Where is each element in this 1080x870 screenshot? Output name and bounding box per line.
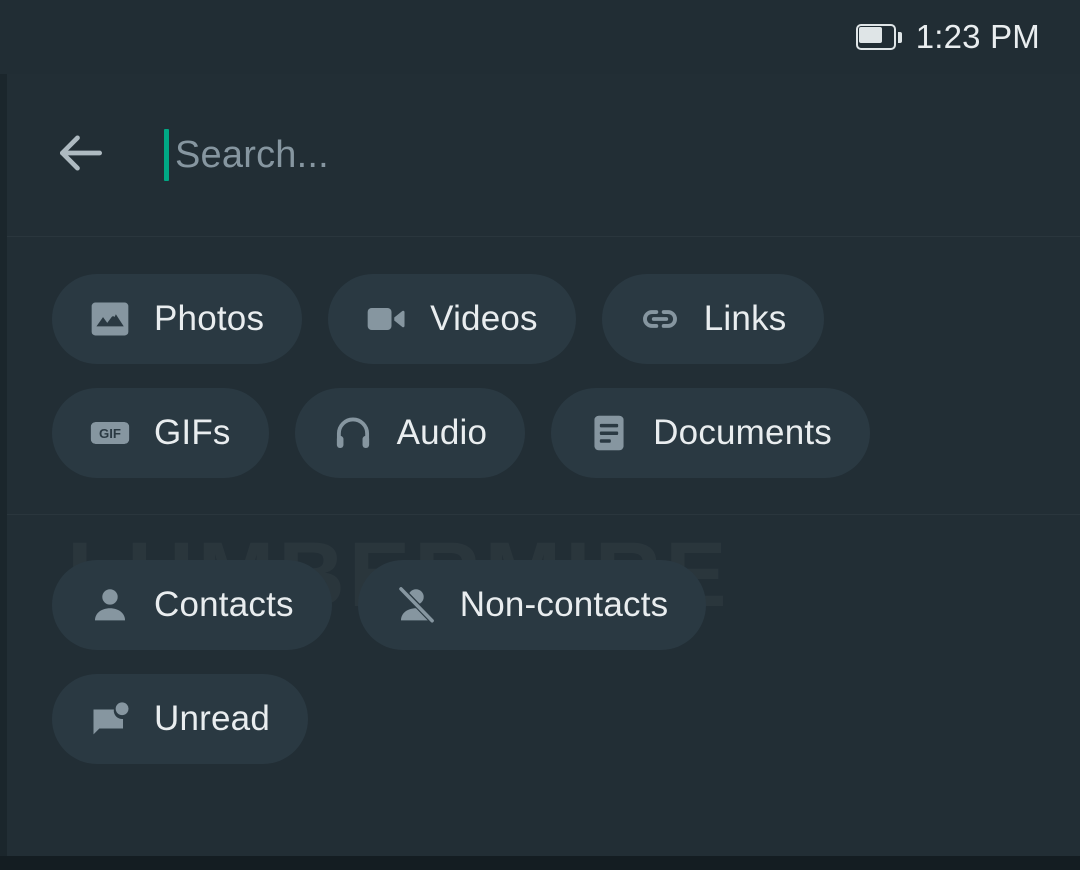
filter-chip-label: Non-contacts bbox=[459, 585, 669, 624]
gif-icon: GIF bbox=[86, 409, 134, 457]
status-bar: 1:23 PM bbox=[0, 0, 1080, 74]
filter-chip-label: Unread bbox=[154, 699, 270, 738]
filter-chip-label: Videos bbox=[430, 299, 538, 338]
unread-message-icon bbox=[86, 695, 134, 743]
chat-filter-row-1: Contacts Non-contacts bbox=[52, 560, 1080, 650]
document-icon bbox=[585, 409, 633, 457]
filter-chip-videos[interactable]: Videos bbox=[328, 274, 576, 364]
filter-chip-label: Photos bbox=[154, 299, 265, 338]
video-camera-icon bbox=[362, 295, 410, 343]
media-filter-row-1: Photos Videos Links bbox=[52, 274, 1080, 364]
chat-filter-section: LUMBERMIRE Contacts bbox=[7, 515, 1080, 804]
filter-chip-audio[interactable]: Audio bbox=[294, 388, 526, 478]
filter-chip-label: Links bbox=[703, 299, 787, 338]
headphones-icon bbox=[329, 409, 377, 457]
filter-chip-label: Audio bbox=[396, 413, 488, 452]
search-header: Search... bbox=[7, 74, 1080, 236]
status-bar-time: 1:23 PM bbox=[915, 18, 1040, 55]
arrow-left-icon bbox=[53, 125, 109, 186]
media-filter-section: Photos Videos Links GIFs Audio Documents bbox=[7, 237, 1080, 514]
person-icon bbox=[86, 581, 134, 629]
filter-chip-label: GIFs bbox=[154, 413, 231, 452]
filter-chip-links[interactable]: Links bbox=[601, 274, 825, 364]
person-slash-icon bbox=[392, 581, 440, 629]
filter-chip-gifs[interactable]: GIF GIFs bbox=[52, 388, 269, 478]
search-screen: Search... Photos Videos Links GIFs Audio… bbox=[7, 74, 1080, 856]
filter-chip-photos[interactable]: Photos bbox=[52, 274, 303, 364]
filter-chip-non-contacts[interactable]: Non-contacts bbox=[357, 560, 707, 650]
filter-chip-documents[interactable]: Documents bbox=[551, 388, 870, 478]
media-filter-row-2: GIF GIFs Audio bbox=[52, 388, 1080, 478]
bottom-navigation-bar bbox=[0, 856, 1080, 870]
chat-filter-row-2: Unread bbox=[52, 674, 1080, 764]
link-icon bbox=[636, 295, 684, 343]
text-caret bbox=[164, 129, 169, 181]
image-icon bbox=[86, 295, 134, 343]
filter-chip-label: Contacts bbox=[154, 585, 294, 624]
filter-chip-label: Documents bbox=[653, 413, 832, 452]
filter-chip-unread[interactable]: Unread bbox=[52, 674, 308, 764]
back-button[interactable] bbox=[50, 124, 112, 186]
search-input[interactable]: Search... bbox=[164, 120, 1080, 190]
battery-icon bbox=[855, 24, 902, 50]
left-edge-strip bbox=[0, 74, 7, 870]
filter-chip-contacts[interactable]: Contacts bbox=[52, 560, 332, 650]
search-placeholder: Search... bbox=[175, 133, 329, 176]
